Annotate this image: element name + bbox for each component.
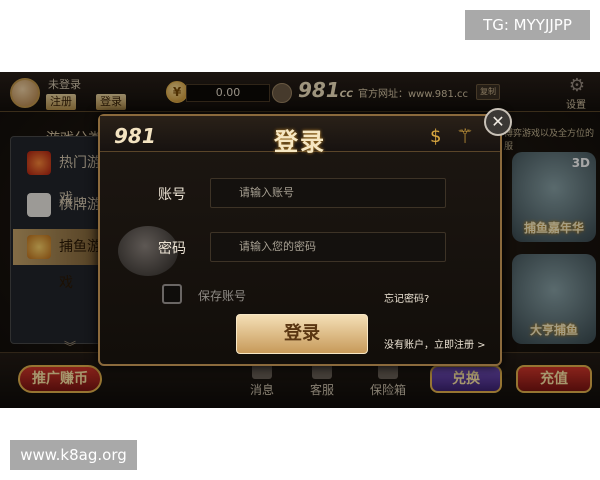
login-button[interactable]: 登录 bbox=[236, 314, 368, 354]
account-label: 账号 bbox=[158, 187, 186, 203]
game-screen: 未登录 注册 登录 ¥ 0.00 981CC 官方网址：www.981.cc 复… bbox=[0, 72, 600, 408]
watermark-top: TG: MYYJJPP bbox=[465, 10, 590, 40]
dialog-header: 981 登录 $ ⚚ bbox=[100, 116, 500, 156]
login-dialog: 981 登录 $ ⚚ ✕ 账号 密码 保存账号 忘记密码? 登录 没有账户，立即… bbox=[98, 108, 512, 366]
watermark-bottom: www.k8ag.org bbox=[10, 440, 137, 470]
forgot-password-link[interactable]: 忘记密码? bbox=[384, 290, 429, 305]
account-input[interactable] bbox=[210, 178, 446, 208]
close-icon[interactable]: ✕ bbox=[484, 108, 512, 136]
password-input[interactable] bbox=[210, 232, 446, 262]
coin-deco-icon: $ bbox=[430, 126, 442, 147]
save-account-label[interactable]: 保存账号 bbox=[198, 287, 246, 304]
password-label: 密码 bbox=[158, 241, 186, 257]
save-account-checkbox[interactable] bbox=[162, 284, 182, 304]
register-link[interactable]: 没有账户，立即注册 > bbox=[384, 336, 486, 351]
feather-deco-icon: ⚚ bbox=[456, 124, 474, 148]
